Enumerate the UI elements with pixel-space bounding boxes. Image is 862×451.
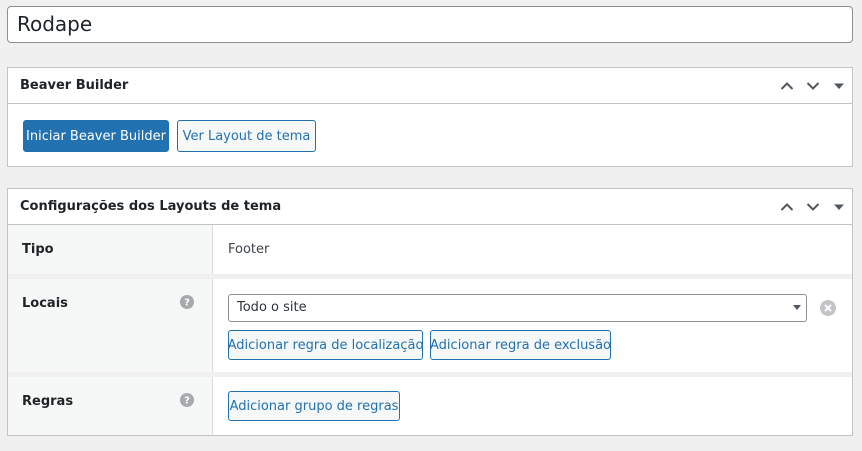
chevron-up-icon[interactable] xyxy=(774,68,800,104)
layout-type-value: Footer xyxy=(228,242,270,257)
settings-box-title: Configurações dos Layouts de tema xyxy=(20,199,282,214)
add-rule-group-button[interactable]: Adicionar grupo de regras xyxy=(228,391,400,421)
view-theme-layout-button[interactable]: Ver Layout de tema xyxy=(177,120,316,152)
settings-row-locais: Locais ? Todo o site Adicionar regra de … xyxy=(8,279,852,372)
row-label-regras: Regras xyxy=(22,394,74,409)
theme-layout-settings-box: Configurações dos Layouts de tema Tipo F… xyxy=(7,188,853,436)
add-location-rule-button[interactable]: Adicionar regra de localização xyxy=(228,330,423,360)
triangle-down-icon[interactable] xyxy=(826,189,852,225)
location-select[interactable]: Todo o site xyxy=(228,294,807,322)
beaver-builder-box-title: Beaver Builder xyxy=(20,78,129,93)
row-label-locais: Locais xyxy=(22,296,68,311)
chevron-up-icon[interactable] xyxy=(774,189,800,225)
question-circle-icon[interactable]: ? xyxy=(180,295,194,309)
settings-box-header: Configurações dos Layouts de tema xyxy=(8,189,852,225)
svg-text:?: ? xyxy=(184,298,190,309)
chevron-down-icon[interactable] xyxy=(800,189,826,225)
beaver-builder-box-header: Beaver Builder xyxy=(8,68,852,104)
row-label-tipo: Tipo xyxy=(22,242,54,257)
close-circle-icon[interactable] xyxy=(820,300,836,316)
question-circle-icon[interactable]: ? xyxy=(180,393,194,407)
triangle-down-icon[interactable] xyxy=(826,68,852,104)
settings-row-tipo: Tipo Footer xyxy=(8,225,852,274)
settings-box-controls xyxy=(774,189,852,224)
row-label-cell xyxy=(8,279,213,372)
svg-text:?: ? xyxy=(184,396,190,407)
beaver-builder-box-controls xyxy=(774,68,852,103)
add-exclusion-rule-button[interactable]: Adicionar regra de exclusão xyxy=(430,330,611,360)
settings-row-regras: Regras ? Adicionar grupo de regras xyxy=(8,377,852,435)
location-select-value: Todo o site xyxy=(237,300,307,315)
chevron-down-icon[interactable] xyxy=(800,68,826,104)
post-title-input[interactable]: Rodape xyxy=(7,6,853,43)
launch-beaver-builder-button[interactable]: Iniciar Beaver Builder xyxy=(23,120,169,152)
dropdown-arrow-icon xyxy=(793,305,801,310)
beaver-builder-box: Beaver Builder Iniciar Beaver Builder Ve… xyxy=(7,67,853,167)
